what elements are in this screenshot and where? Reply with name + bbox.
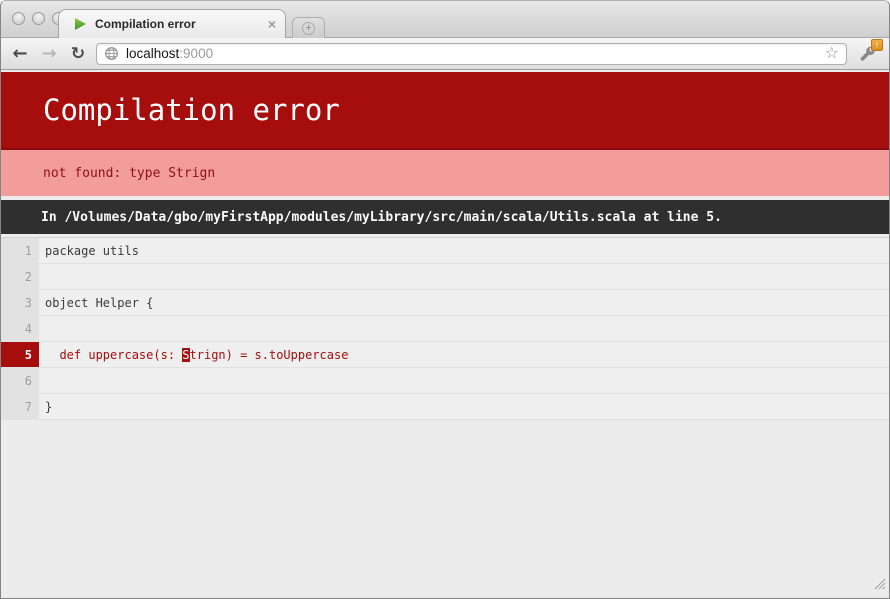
update-badge-icon: ↑ [871, 39, 883, 51]
code-text: object Helper { [39, 290, 889, 315]
code-text: } [39, 394, 889, 419]
address-bar[interactable]: localhost:9000 ☆ [96, 43, 847, 65]
line-number: 2 [1, 264, 39, 289]
url-host: localhost [126, 46, 179, 61]
error-header: Compilation error [1, 72, 889, 148]
line-number: 3 [1, 290, 39, 315]
code-text [39, 316, 889, 341]
code-text [39, 264, 889, 289]
new-tab-button[interactable]: + [292, 17, 325, 38]
error-char-highlight: S [182, 348, 189, 362]
back-button[interactable]: ← [9, 43, 31, 64]
reload-button[interactable]: ↻ [67, 44, 89, 64]
code-line: 2 [1, 264, 889, 290]
tab-close-icon[interactable]: × [268, 17, 276, 31]
line-number: 7 [1, 394, 39, 419]
code-text: package utils [39, 238, 889, 263]
line-number: 5 [1, 342, 39, 367]
resize-grip[interactable] [873, 577, 886, 595]
code-line: 3object Helper { [1, 290, 889, 316]
code-listing: 1package utils23object Helper {45 def up… [1, 237, 889, 420]
url-text: localhost:9000 [126, 46, 213, 61]
error-page: Compilation error not found: type Strign… [1, 70, 889, 598]
title-bar: Compilation error × + [1, 1, 889, 38]
line-number: 4 [1, 316, 39, 341]
browser-tab[interactable]: Compilation error × [58, 9, 286, 38]
url-port: :9000 [179, 46, 213, 61]
error-message-banner: not found: type Strign [1, 148, 889, 196]
navigation-toolbar: ← → ↻ localhost:9000 ☆ ↑ [1, 38, 889, 70]
line-number: 6 [1, 368, 39, 393]
browser-window: Compilation error × + ← → ↻ localhost:90… [0, 0, 890, 599]
code-text: def uppercase(s: Strign) = s.toUppercase [39, 342, 889, 367]
forward-button[interactable]: → [38, 43, 60, 64]
code-line: 1package utils [1, 238, 889, 264]
code-text [39, 368, 889, 393]
code-line: 6 [1, 368, 889, 394]
error-location: In /Volumes/Data/gbo/myFirstApp/modules/… [41, 210, 722, 225]
error-message: not found: type Strign [43, 166, 215, 181]
error-title: Compilation error [43, 93, 340, 127]
close-window-button[interactable] [12, 12, 25, 25]
globe-icon [104, 46, 119, 61]
bookmark-star-icon[interactable]: ☆ [825, 46, 839, 62]
error-location-bar: In /Volumes/Data/gbo/myFirstApp/modules/… [1, 200, 889, 234]
line-number: 1 [1, 238, 39, 263]
play-favicon-icon [74, 17, 87, 31]
code-line: 7} [1, 394, 889, 420]
code-line: 5 def uppercase(s: Strign) = s.toUpperca… [1, 342, 889, 368]
minimize-window-button[interactable] [32, 12, 45, 25]
plus-icon: + [302, 22, 315, 35]
browser-menu-button[interactable]: ↑ [854, 42, 881, 65]
tab-title: Compilation error [95, 17, 268, 31]
code-line: 4 [1, 316, 889, 342]
